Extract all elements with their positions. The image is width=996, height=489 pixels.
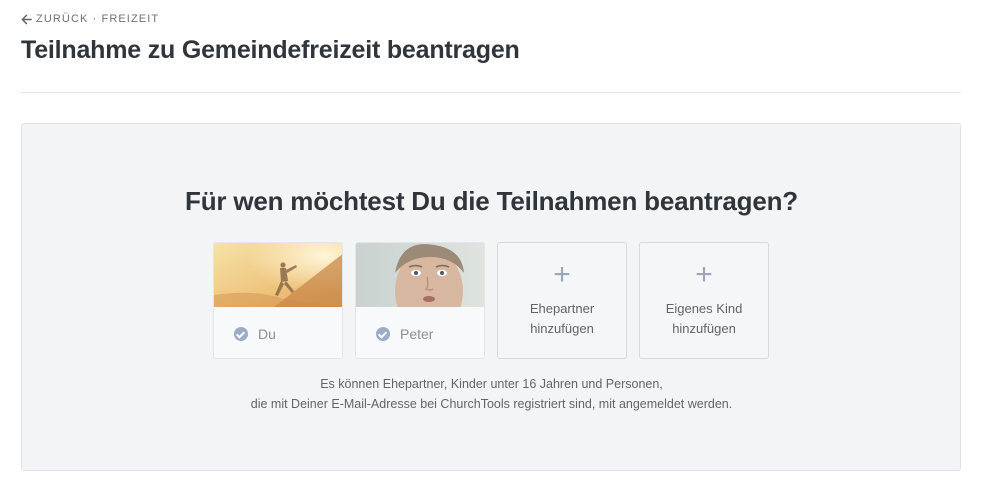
- person-card-peter[interactable]: Peter: [355, 242, 485, 359]
- person-row-du: Du: [234, 326, 276, 342]
- header-divider: [21, 92, 961, 93]
- back-link[interactable]: ZURÜCK · FREIZEIT: [21, 13, 159, 25]
- person-card-du[interactable]: Du: [213, 242, 343, 359]
- question-heading: Für wen möchtest Du die Teilnahmen beant…: [185, 186, 798, 216]
- arrow-left-icon: [21, 14, 32, 24]
- add-child-button[interactable]: + Eigenes Kind hinzufügen: [639, 242, 769, 359]
- info-note: Es können Ehepartner, Kinder unter 16 Ja…: [0, 374, 983, 414]
- info-note-line1: Es können Ehepartner, Kinder unter 16 Ja…: [320, 377, 663, 391]
- add-child-label: Eigenes Kind hinzufügen: [665, 301, 743, 336]
- person-photo-peter: [356, 243, 484, 307]
- person-name-peter: Peter: [400, 326, 434, 342]
- person-photo-du: [214, 243, 342, 307]
- add-spouse-button[interactable]: + Ehepartner hinzufügen: [497, 242, 627, 359]
- participant-panel: [21, 123, 961, 471]
- add-spouse-label: Ehepartner hinzufügen: [529, 301, 595, 336]
- check-circle-icon: [376, 327, 390, 341]
- person-name-du: Du: [258, 326, 276, 342]
- info-note-line2: die mit Deiner E-Mail-Adresse bei Church…: [250, 397, 733, 411]
- page-title: Teilnahme zu Gemeindefreizeit beantragen: [21, 36, 520, 64]
- plus-icon: +: [553, 258, 571, 291]
- person-row-peter: Peter: [376, 326, 433, 342]
- plus-icon: +: [695, 258, 713, 291]
- back-link-label: ZURÜCK · FREIZEIT: [36, 13, 160, 25]
- check-circle-icon: [234, 327, 248, 341]
